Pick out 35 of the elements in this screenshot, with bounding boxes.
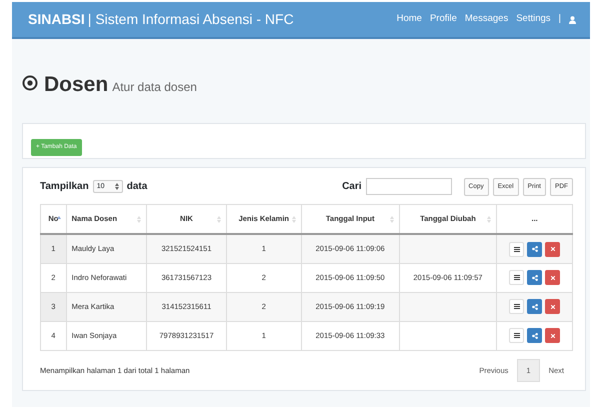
list-icon (514, 333, 520, 338)
user-icon[interactable] (569, 16, 576, 24)
close-icon (550, 276, 555, 280)
list-icon (514, 275, 520, 280)
search-field[interactable] (366, 178, 452, 196)
view-button[interactable] (509, 270, 524, 286)
show-suffix: data (126, 180, 148, 194)
edit-button[interactable] (527, 299, 542, 314)
share-icon (532, 246, 538, 252)
nav-separator: | (558, 12, 561, 26)
share-icon (532, 304, 538, 310)
page-title: Dosen (44, 72, 108, 98)
edit-button[interactable] (527, 270, 542, 286)
view-button[interactable] (509, 242, 524, 256)
view-button[interactable] (509, 328, 524, 344)
edit-button[interactable] (527, 242, 542, 256)
delete-button[interactable] (545, 270, 560, 286)
close-icon (550, 334, 555, 338)
share-icon (532, 332, 538, 339)
view-button[interactable] (509, 299, 524, 314)
delete-button[interactable] (545, 242, 560, 256)
show-label: Tampilkan (40, 180, 89, 194)
caret-icon (114, 183, 119, 190)
close-icon (550, 247, 555, 251)
delete-button[interactable] (545, 299, 560, 314)
app-title: | Sistem Informasi Absensi - NFC (88, 10, 294, 29)
list-icon (514, 246, 520, 252)
target-icon (22, 75, 38, 91)
share-icon (532, 274, 538, 281)
list-icon (514, 304, 520, 310)
delete-button[interactable] (545, 328, 560, 344)
edit-button[interactable] (527, 328, 542, 344)
search-label: Cari (342, 180, 362, 194)
page-subtitle: Atur data dosen (112, 79, 197, 96)
close-icon (550, 304, 555, 309)
